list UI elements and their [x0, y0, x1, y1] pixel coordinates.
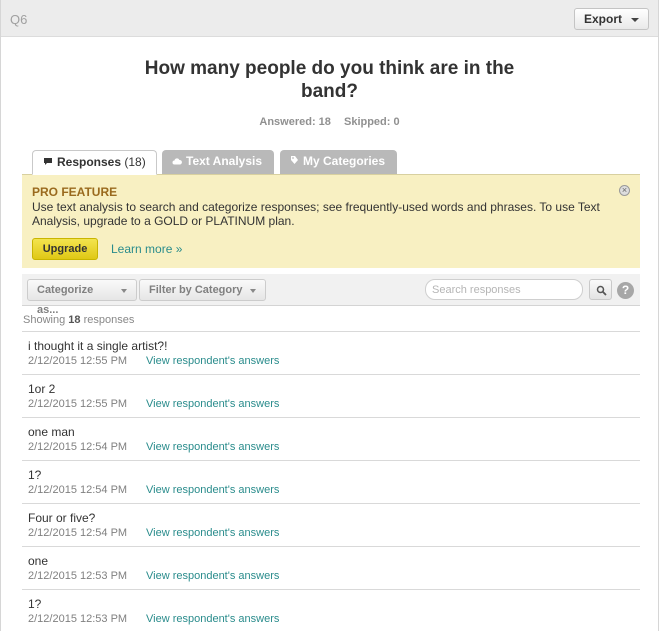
response-row: 1or 2 2/12/2015 12:55 PM View respondent…	[22, 375, 640, 418]
tab-responses[interactable]: Responses (18)	[32, 150, 157, 175]
response-text: one man	[28, 425, 75, 439]
question-header-bar: Q6 Export	[1, 0, 658, 37]
view-respondent-link[interactable]: View respondent's answers	[146, 398, 279, 410]
tab-responses-count: (18)	[124, 155, 146, 169]
export-button-label: Export	[583, 12, 622, 26]
help-icon[interactable]: ?	[617, 282, 634, 299]
close-icon[interactable]: ×	[619, 185, 630, 196]
response-row: 1? 2/12/2015 12:54 PM View respondent's …	[22, 461, 640, 504]
response-text: Four or five?	[28, 511, 96, 525]
export-button[interactable]: Export	[573, 8, 649, 30]
categorize-as-label: Categorize as...	[37, 284, 94, 316]
learn-more-link[interactable]: Learn more »	[111, 242, 182, 256]
view-respondent-link[interactable]: View respondent's answers	[146, 441, 279, 453]
response-text: one	[28, 554, 49, 568]
view-respondent-link[interactable]: View respondent's answers	[146, 613, 279, 625]
response-row: i thought it a single artist?! 2/12/2015…	[22, 332, 640, 375]
responses-list: i thought it a single artist?! 2/12/2015…	[22, 331, 640, 631]
question-title-line-2: band?	[301, 81, 358, 102]
response-text: 1?	[28, 597, 42, 611]
response-text: 1or 2	[28, 382, 56, 396]
search-button[interactable]	[589, 279, 612, 300]
search-input[interactable]	[425, 279, 583, 300]
speech-bubble-icon	[43, 152, 53, 175]
answered-count: Answered: 18	[259, 116, 331, 128]
response-row: one man 2/12/2015 12:54 PM View responde…	[22, 418, 640, 461]
showing-suffix: responses	[83, 314, 135, 326]
response-row: 1? 2/12/2015 12:53 PM View respondent's …	[22, 590, 640, 631]
response-text: i thought it a single artist?!	[28, 339, 168, 353]
filter-by-category-label: Filter by Category	[149, 284, 243, 296]
showing-prefix: Showing	[23, 314, 66, 326]
tab-my-categories[interactable]: My Categories	[280, 150, 397, 175]
chevron-down-icon	[631, 18, 639, 22]
question-number: Q6	[10, 12, 28, 27]
pro-feature-title: PRO FEATURE	[32, 185, 118, 199]
view-respondent-link[interactable]: View respondent's answers	[146, 355, 279, 367]
upgrade-button[interactable]: Upgrade	[32, 238, 98, 260]
chevron-down-icon	[121, 289, 127, 293]
pro-feature-banner: PRO FEATURE Use text analysis to search …	[22, 174, 640, 268]
chevron-down-icon	[250, 289, 256, 293]
question-title: How many people do you think are in the …	[1, 57, 658, 103]
question-title-line-1: How many people do you think are in the	[144, 58, 515, 79]
showing-count: Showing 18 responses	[23, 314, 134, 326]
skipped-count: Skipped: 0	[343, 116, 400, 128]
view-respondent-link[interactable]: View respondent's answers	[146, 484, 279, 496]
question-stats: Answered: 18 Skipped: 0	[1, 116, 658, 128]
tag-icon	[290, 151, 299, 174]
response-text: 1?	[28, 468, 42, 482]
cloud-icon	[172, 151, 182, 174]
tab-my-categories-label: My Categories	[303, 154, 386, 168]
response-date: 2/12/2015 12:54 PM	[28, 484, 128, 496]
view-respondent-link[interactable]: View respondent's answers	[146, 570, 279, 582]
responses-toolbar: Categorize as... Filter by Category ?	[22, 274, 640, 316]
response-date: 2/12/2015 12:53 PM	[28, 613, 128, 625]
view-respondent-link[interactable]: View respondent's answers	[146, 527, 279, 539]
response-date: 2/12/2015 12:55 PM	[28, 355, 128, 367]
response-date: 2/12/2015 12:54 PM	[28, 527, 128, 539]
tab-responses-label: Responses	[57, 155, 122, 169]
categorize-as-dropdown[interactable]: Categorize as...	[27, 279, 137, 316]
tab-text-analysis[interactable]: Text Analysis	[162, 150, 274, 175]
filter-by-category-dropdown[interactable]: Filter by Category	[139, 279, 266, 301]
showing-number: 18	[68, 314, 81, 326]
response-date: 2/12/2015 12:53 PM	[28, 570, 128, 582]
response-row: Four or five? 2/12/2015 12:54 PM View re…	[22, 504, 640, 547]
pro-feature-text: Use text analysis to search and categori…	[32, 200, 600, 228]
tab-text-analysis-label: Text Analysis	[186, 154, 263, 168]
response-date: 2/12/2015 12:55 PM	[28, 398, 128, 410]
question-panel: Q6 Export How many people do you think a…	[0, 0, 659, 631]
response-row: one 2/12/2015 12:53 PM View respondent's…	[22, 547, 640, 590]
response-date: 2/12/2015 12:54 PM	[28, 441, 128, 453]
search-icon	[596, 285, 607, 296]
